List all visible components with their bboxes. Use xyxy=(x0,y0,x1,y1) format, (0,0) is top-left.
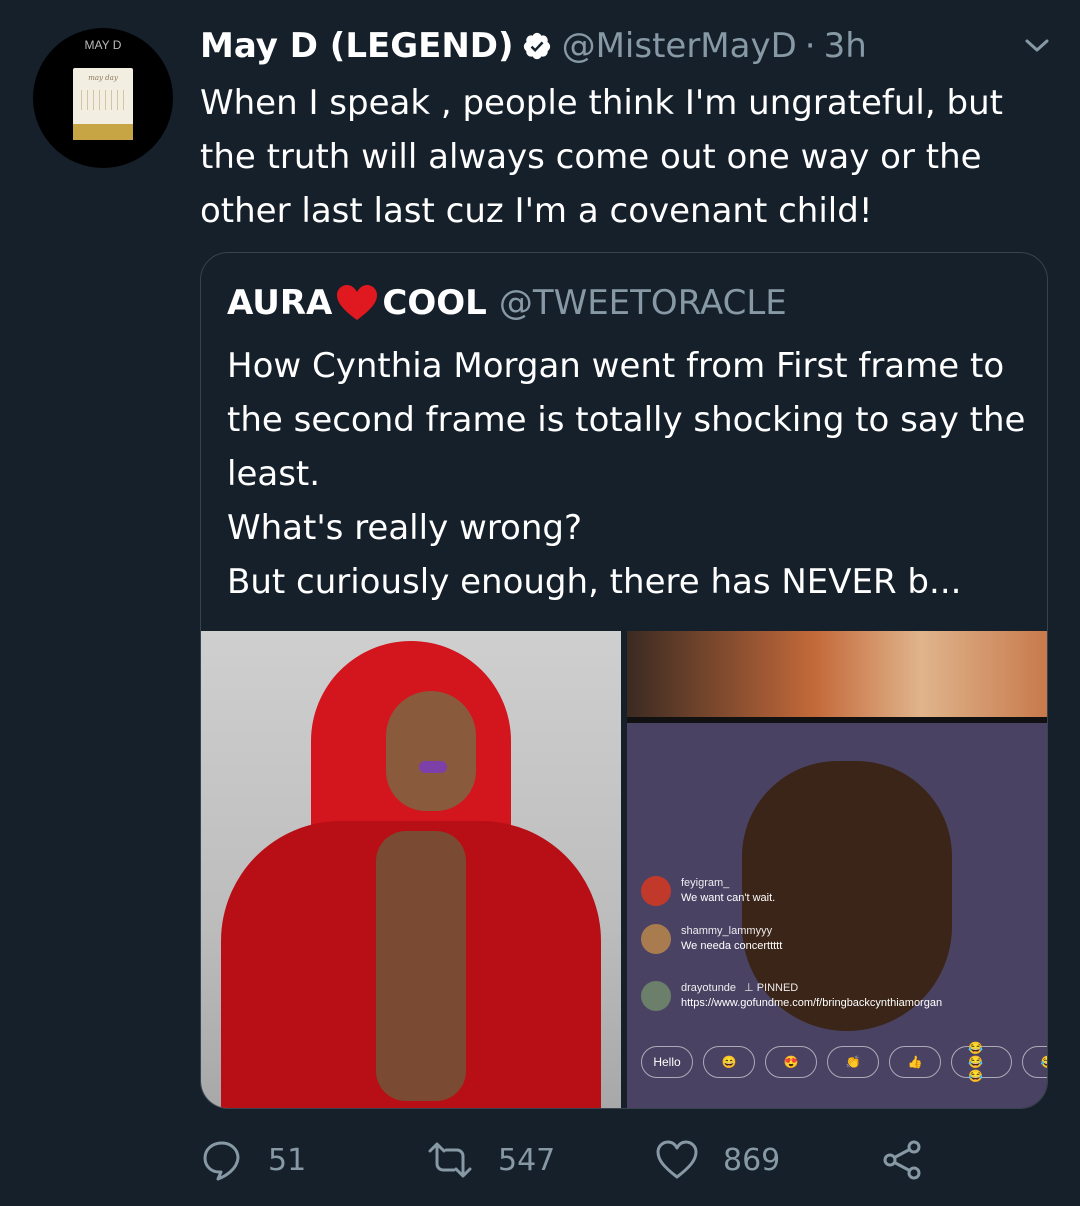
quoted-display-name: AURA COOL xyxy=(227,283,487,323)
comment-avatar xyxy=(641,981,671,1011)
live-comment: feyigram_ We want can't wait. xyxy=(641,876,775,906)
pill-emoji: 😄 xyxy=(703,1046,755,1078)
live-comment-pinned: drayotunde ⊥ PINNED https://www.gofundme.… xyxy=(641,981,942,1011)
photo-divider xyxy=(627,717,1047,723)
red-heart-icon xyxy=(334,283,380,323)
photo-face-shape xyxy=(386,691,476,811)
pin-icon: ⊥ xyxy=(744,982,757,994)
comment-user: feyigram_ xyxy=(681,877,730,889)
photo-lips-shape xyxy=(419,761,447,773)
quoted-header: AURA COOL @TWEETORACLE xyxy=(227,283,787,323)
pill-emoji: 😍 xyxy=(765,1046,817,1078)
pill-emoji: 👍 xyxy=(889,1046,941,1078)
avatar[interactable]: MAY D may day xyxy=(33,28,173,168)
tweet-header: May D (LEGEND) @MisterMayD · 3h xyxy=(200,26,1040,70)
chevron-down-icon[interactable] xyxy=(1024,36,1050,56)
like-button[interactable]: 869 xyxy=(655,1138,780,1182)
comment-text: We want can't wait. xyxy=(681,892,776,904)
media-photo-second-frame[interactable]: feyigram_ We want can't wait. shammy_lam… xyxy=(627,631,1047,1108)
tweet-actions: 51 547 869 xyxy=(200,1138,960,1186)
quoted-name-left: AURA xyxy=(227,283,333,323)
comment-text: We needa concerttttt xyxy=(681,940,783,952)
pill-emoji: 😂 xyxy=(1022,1046,1047,1078)
retweet-icon xyxy=(428,1142,472,1178)
comment-text: https://www.gofundme.com/f/bringbackcynt… xyxy=(681,997,943,1009)
quoted-name-right: COOL xyxy=(382,283,487,323)
heart-icon xyxy=(656,1140,698,1179)
avatar-card-text: may day xyxy=(88,74,118,82)
pill-emoji: 👏 xyxy=(827,1046,879,1078)
quoted-tweet[interactable]: AURA COOL @TWEETORACLE How Cynthia Morga… xyxy=(200,252,1048,1109)
reply-count: 51 xyxy=(268,1142,307,1178)
quoted-text: How Cynthia Morgan went from First frame… xyxy=(227,346,1026,602)
media-photo-first-frame[interactable] xyxy=(201,631,621,1108)
comment-user: shammy_lammyyy xyxy=(681,925,773,937)
retweet-button[interactable]: 547 xyxy=(426,1138,555,1182)
share-icon xyxy=(883,1140,921,1180)
comment-avatar xyxy=(641,924,671,954)
verified-badge-icon xyxy=(522,30,552,60)
like-count: 869 xyxy=(723,1142,781,1178)
share-button[interactable] xyxy=(880,1138,948,1182)
retweet-count: 547 xyxy=(498,1142,556,1178)
pinned-label: PINNED xyxy=(756,982,799,994)
comment-avatar xyxy=(641,876,671,906)
reaction-pills: Hello 😄 😍 👏 👍 😂😂😂 😂 xyxy=(641,1041,1047,1083)
display-name[interactable]: May D (LEGEND) xyxy=(200,26,514,66)
separator-dot: · xyxy=(804,26,816,66)
user-handle[interactable]: @MisterMayD xyxy=(562,26,797,66)
tweet-text: When I speak , people think I'm ungratef… xyxy=(200,83,1003,231)
avatar-label: MAY D xyxy=(84,38,122,52)
reply-button[interactable]: 51 xyxy=(200,1138,306,1182)
avatar-card-grid xyxy=(81,90,125,110)
quoted-handle: @TWEETORACLE xyxy=(498,283,787,323)
timestamp[interactable]: 3h xyxy=(824,26,867,66)
photo-chest-shape xyxy=(376,831,466,1101)
live-comment: shammy_lammyyy We needa concerttttt xyxy=(641,924,782,954)
avatar-card-image: may day xyxy=(73,68,133,140)
comment-user: drayotunde xyxy=(681,982,737,994)
photo-top-strip xyxy=(627,631,1047,717)
quoted-media: feyigram_ We want can't wait. shammy_lam… xyxy=(201,631,1047,1108)
avatar-card-base xyxy=(73,124,133,140)
pill-hello: Hello xyxy=(641,1046,693,1078)
pill-emoji: 😂😂😂 xyxy=(951,1041,1013,1083)
reply-icon xyxy=(203,1141,240,1181)
